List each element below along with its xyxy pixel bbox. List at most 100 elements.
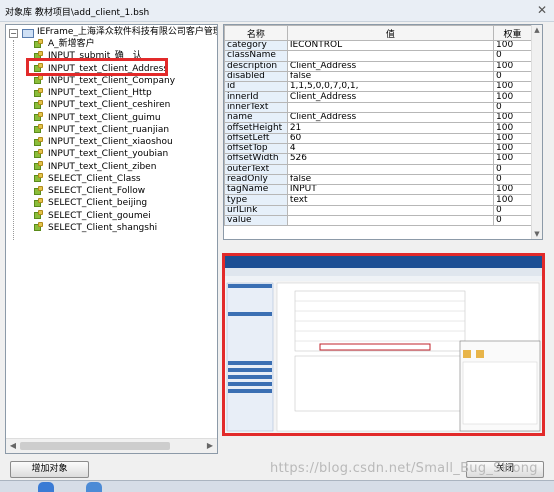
property-row[interactable]: offsetTop 4 100 <box>224 142 532 155</box>
tree-item[interactable]: INPUT_text_Client_ziben <box>34 161 156 173</box>
scroll-right-icon[interactable]: ▶ <box>205 441 215 451</box>
property-row[interactable]: category IECONTROL 100 <box>224 39 532 52</box>
property-grid[interactable]: 名称 值 权重 category IECONTROL 100 className 0 de… <box>223 24 543 240</box>
collapse-icon[interactable]: − <box>9 29 18 38</box>
property-row[interactable]: offsetHeight 21 100 <box>224 122 532 134</box>
property-row[interactable]: urlLink 0 <box>224 204 532 217</box>
property-value[interactable] <box>286 215 495 227</box>
property-weight[interactable]: 0 <box>493 70 532 83</box>
property-value[interactable]: false <box>286 70 495 83</box>
vertical-scrollbar[interactable]: ▲ ▼ <box>531 25 542 239</box>
property-weight[interactable]: 100 <box>493 91 532 103</box>
property-weight[interactable]: 0 <box>493 173 532 186</box>
tree-item[interactable]: A_新增客户 <box>34 38 95 50</box>
tree-item[interactable]: INPUT_text_Client_youbian <box>34 148 168 160</box>
property-row[interactable]: offsetLeft 60 100 <box>224 132 532 144</box>
scroll-left-icon[interactable]: ◀ <box>8 441 18 451</box>
property-row[interactable]: description Client_Address 100 <box>224 60 532 72</box>
element-icon <box>34 197 44 208</box>
property-value[interactable] <box>286 50 495 62</box>
tree-item[interactable]: SELECT_Client_Class <box>34 173 141 185</box>
property-weight[interactable]: 0 <box>493 215 532 227</box>
tree-item[interactable]: SELECT_Client_Follow <box>34 185 145 197</box>
property-row[interactable]: tagName INPUT 100 <box>224 184 532 196</box>
tree-item-label: SELECT_Client_goumei <box>48 210 151 221</box>
tree-item[interactable]: INPUT_text_Client_ruanjian <box>34 124 169 136</box>
property-row[interactable]: value 0 <box>224 215 532 227</box>
property-weight[interactable]: 0 <box>493 101 532 114</box>
tree-item-label: INPUT_text_Client_ziben <box>48 161 157 172</box>
property-weight[interactable]: 100 <box>493 132 532 144</box>
property-value[interactable]: 60 <box>286 132 495 144</box>
property-weight[interactable]: 100 <box>493 142 532 155</box>
horizontal-scrollbar[interactable]: ◀ ▶ <box>6 438 217 453</box>
property-weight[interactable]: 100 <box>493 112 532 124</box>
property-row[interactable]: disabled false 0 <box>224 70 532 83</box>
property-value[interactable] <box>286 204 495 217</box>
property-value[interactable]: INPUT <box>286 184 495 196</box>
element-icon <box>34 173 44 183</box>
property-weight[interactable]: 100 <box>493 39 532 52</box>
property-row[interactable]: id 1,1,5,0,0,7,0,1, 100 <box>224 81 532 93</box>
close-icon[interactable]: ✕ <box>534 2 550 18</box>
property-value[interactable]: Client_Address <box>286 91 495 103</box>
property-value[interactable]: Client_Address <box>286 60 495 72</box>
tree-item[interactable]: INPUT_text_Client_Company <box>34 75 175 87</box>
property-row[interactable]: outerText 0 <box>224 163 532 175</box>
property-value[interactable]: IECONTROL <box>286 39 495 52</box>
property-value[interactable] <box>286 163 495 175</box>
tree-item-label: SELECT_Client_beijing <box>48 198 148 209</box>
property-value[interactable]: 1,1,5,0,0,7,0,1, <box>286 81 495 93</box>
tree-item[interactable]: SELECT_Client_goumei <box>34 210 151 222</box>
property-name: category <box>224 39 288 52</box>
property-value[interactable] <box>286 101 495 114</box>
tree-item-label: SELECT_Client_shangshi <box>48 222 158 233</box>
property-value[interactable]: false <box>286 173 495 186</box>
add-object-button[interactable]: 增加对象 <box>10 461 89 478</box>
property-weight[interactable]: 100 <box>493 153 532 165</box>
property-row[interactable]: readOnly false 0 <box>224 173 532 186</box>
tree-item[interactable]: INPUT_text_Client_ceshiren <box>34 99 170 111</box>
property-row[interactable]: offsetWidth 526 100 <box>224 153 532 165</box>
property-value[interactable]: 21 <box>286 122 495 134</box>
column-header-name: 名称 <box>224 25 288 41</box>
property-value[interactable]: 526 <box>286 153 495 165</box>
property-weight[interactable]: 100 <box>493 194 532 206</box>
property-name: offsetTop <box>224 142 288 155</box>
tree-root[interactable]: − IEFrame_上海泽众软件科技有限公司客户管理系 <box>6 26 217 38</box>
scroll-down-icon[interactable]: ▼ <box>532 229 542 239</box>
tree-item[interactable]: INPUT_text_Client_guimu <box>34 112 161 124</box>
property-weight[interactable]: 0 <box>493 163 532 175</box>
property-value[interactable]: 4 <box>286 142 495 155</box>
tree-content: − IEFrame_上海泽众软件科技有限公司客户管理系 A_新增客户 INPUT_… <box>6 25 217 439</box>
scroll-up-icon[interactable]: ▲ <box>532 25 542 35</box>
property-value[interactable]: text <box>286 194 495 206</box>
property-row[interactable]: className 0 <box>224 50 532 62</box>
watermark-text: https://blog.csdn.net/Small_Bug_Strong <box>270 461 538 476</box>
tree-item[interactable]: SELECT_Client_shangshi <box>34 222 157 234</box>
property-row[interactable]: name Client_Address 100 <box>224 112 532 124</box>
tree-item[interactable]: SELECT_Client_beijing <box>34 197 147 209</box>
property-weight[interactable]: 100 <box>493 81 532 93</box>
property-name: value <box>224 215 288 227</box>
property-row[interactable]: innerText 0 <box>224 101 532 114</box>
tree-item[interactable]: INPUT_text_Client_xiaoshou <box>34 136 173 148</box>
property-weight[interactable]: 0 <box>493 204 532 217</box>
object-tree[interactable]: − IEFrame_上海泽众软件科技有限公司客户管理系 A_新增客户 INPUT_… <box>5 24 218 454</box>
scroll-thumb[interactable] <box>20 442 170 450</box>
property-name: urlLink <box>224 204 288 217</box>
property-table: 名称 值 权重 category IECONTROL 100 className 0 de… <box>224 25 532 227</box>
property-row[interactable]: type text 100 <box>224 194 532 206</box>
property-weight[interactable]: 100 <box>493 60 532 72</box>
tree-item-label: INPUT_text_Client_ruanjian <box>48 124 170 135</box>
tree-guide-line <box>13 40 14 240</box>
property-value[interactable]: Client_Address <box>286 112 495 124</box>
property-weight[interactable]: 100 <box>493 184 532 196</box>
property-weight[interactable]: 100 <box>493 122 532 134</box>
element-icon <box>34 99 44 110</box>
tree-item[interactable]: INPUT_text_Client_Http <box>34 87 152 99</box>
property-name: readOnly <box>224 173 288 186</box>
property-name: offsetHeight <box>224 122 288 134</box>
property-row[interactable]: innerId Client_Address 100 <box>224 91 532 103</box>
property-weight[interactable]: 0 <box>493 50 532 62</box>
